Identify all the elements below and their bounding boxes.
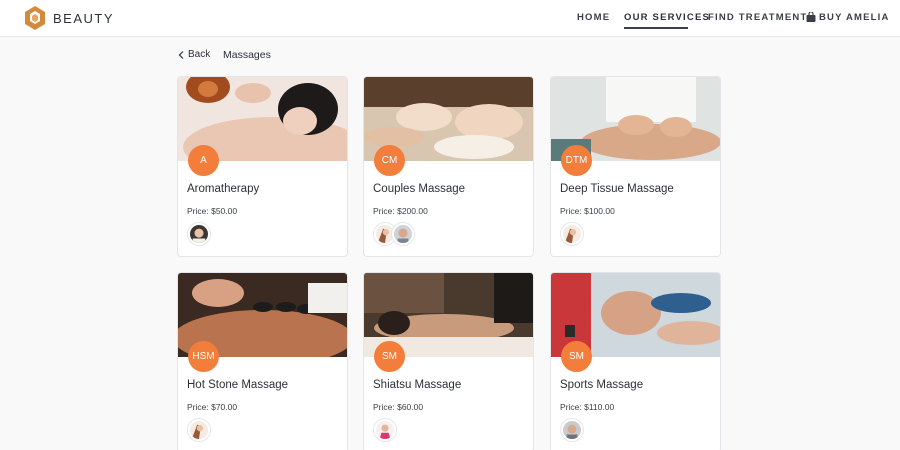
shopping-bag-icon[interactable] bbox=[806, 12, 816, 22]
employee-avatars bbox=[188, 419, 210, 441]
chevron-left-icon bbox=[178, 50, 184, 59]
brand-logo-icon[interactable] bbox=[24, 6, 46, 30]
service-card-hot-stone-massage[interactable]: HSM Hot Stone Massage Price: $70.00 bbox=[177, 272, 348, 450]
service-initials-badge: A bbox=[188, 145, 219, 176]
service-name: Shiatsu Massage bbox=[373, 379, 462, 391]
avatar[interactable] bbox=[188, 419, 210, 441]
employee-avatars bbox=[374, 223, 414, 245]
service-price: Price: $110.00 bbox=[560, 402, 615, 412]
service-name: Deep Tissue Massage bbox=[560, 183, 674, 195]
nav-home[interactable]: HOME bbox=[577, 12, 610, 23]
employee-avatars bbox=[561, 223, 583, 245]
employee-avatars bbox=[188, 223, 210, 245]
service-card-sports-massage[interactable]: SM Sports Massage Price: $110.00 bbox=[550, 272, 721, 450]
back-label: Back bbox=[188, 49, 211, 60]
service-name: Couples Massage bbox=[373, 183, 466, 195]
employee-avatars bbox=[374, 419, 396, 441]
avatar[interactable] bbox=[561, 419, 583, 441]
service-price: Price: $100.00 bbox=[560, 206, 615, 216]
service-name: Sports Massage bbox=[560, 379, 644, 391]
avatar[interactable] bbox=[188, 223, 210, 245]
employee-avatars bbox=[561, 419, 583, 441]
top-navigation-bar: BEAUTY HOME OUR SERVICES FIND TREATMENT … bbox=[0, 0, 900, 37]
service-initials-badge: HSM bbox=[188, 341, 219, 372]
brand-name[interactable]: BEAUTY bbox=[53, 11, 114, 26]
service-name: Hot Stone Massage bbox=[187, 379, 289, 391]
service-card-shiatsu-massage[interactable]: SM Shiatsu Massage Price: $60.00 bbox=[363, 272, 534, 450]
avatar[interactable] bbox=[392, 223, 414, 245]
active-nav-underline bbox=[624, 27, 688, 29]
service-price: Price: $70.00 bbox=[187, 402, 238, 412]
service-initials-badge: DTM bbox=[561, 145, 592, 176]
nav-our-services[interactable]: OUR SERVICES bbox=[624, 12, 710, 23]
service-name: Aromatherapy bbox=[187, 183, 260, 195]
service-initials-badge: CM bbox=[374, 145, 405, 176]
service-price: Price: $200.00 bbox=[373, 206, 428, 216]
page-title: Massages bbox=[223, 49, 271, 61]
avatar[interactable] bbox=[374, 419, 396, 441]
service-initials-badge: SM bbox=[561, 341, 592, 372]
service-price: Price: $60.00 bbox=[373, 402, 424, 412]
service-card-aromatherapy[interactable]: A Aromatherapy Price: $50.00 bbox=[177, 76, 348, 257]
service-card-deep-tissue-massage[interactable]: DTM Deep Tissue Massage Price: $100.00 bbox=[550, 76, 721, 257]
avatar[interactable] bbox=[561, 223, 583, 245]
service-initials-badge: SM bbox=[374, 341, 405, 372]
back-button[interactable]: Back bbox=[178, 49, 210, 60]
nav-buy-amelia[interactable]: BUY AMELIA bbox=[819, 12, 890, 23]
service-price: Price: $50.00 bbox=[187, 206, 238, 216]
service-card-couples-massage[interactable]: CM Couples Massage Price: $200.00 bbox=[363, 76, 534, 257]
nav-find-treatment[interactable]: FIND TREATMENT bbox=[708, 12, 807, 23]
